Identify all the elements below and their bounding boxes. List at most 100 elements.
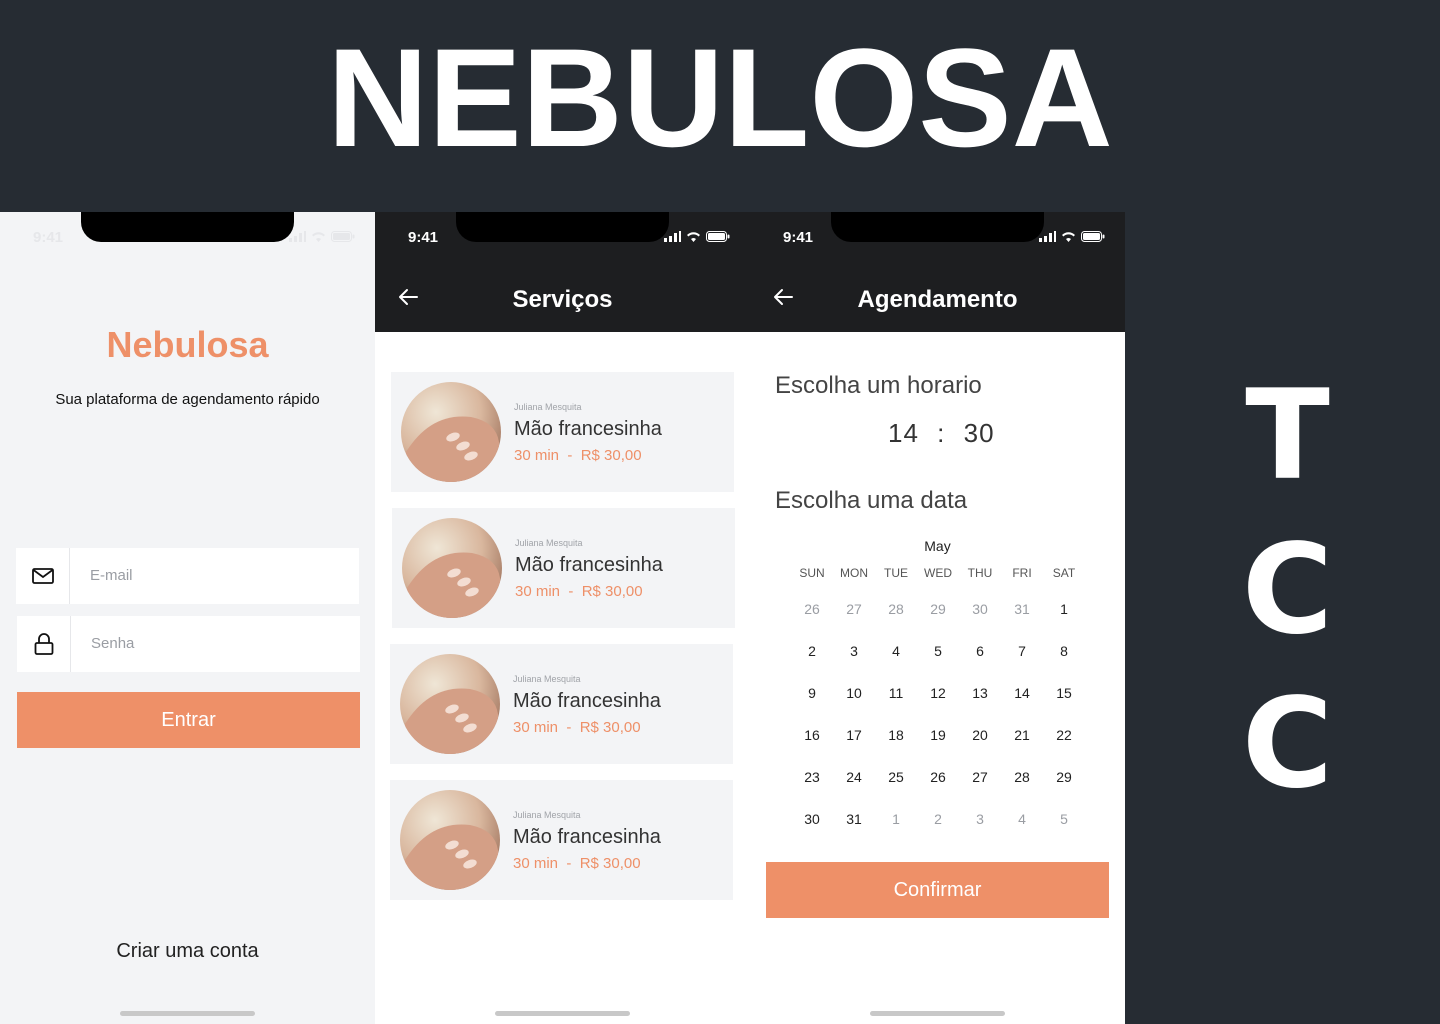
battery-icon xyxy=(706,231,730,242)
calendar-day[interactable]: 8 xyxy=(1043,643,1085,659)
calendar-day[interactable]: 30 xyxy=(791,811,833,827)
mail-icon xyxy=(16,548,70,604)
time-picker[interactable]: 14 : 30 xyxy=(888,418,995,449)
password-field[interactable]: Senha xyxy=(17,616,360,672)
header: 9:41 Serviços xyxy=(375,212,750,332)
notch xyxy=(456,212,669,242)
calendar-day[interactable]: 18 xyxy=(875,727,917,743)
calendar-day[interactable]: 14 xyxy=(1001,685,1043,701)
service-photo xyxy=(400,654,500,754)
notch xyxy=(81,212,294,242)
meta-separator: - xyxy=(560,583,582,600)
service-name: Mão francesinha xyxy=(515,554,663,576)
calendar-day[interactable]: 21 xyxy=(1001,727,1043,743)
calendar-day[interactable]: 19 xyxy=(917,727,959,743)
calendar-day[interactable]: 30 xyxy=(959,601,1001,617)
calendar-day[interactable]: 3 xyxy=(833,643,875,659)
notch xyxy=(831,212,1044,242)
calendar-day[interactable]: 17 xyxy=(833,727,875,743)
email-field[interactable]: E-mail xyxy=(16,548,359,604)
home-indicator xyxy=(870,1011,1005,1016)
calendar-day[interactable]: 29 xyxy=(1043,769,1085,785)
calendar-day[interactable]: 3 xyxy=(959,811,1001,827)
status-time: 9:41 xyxy=(783,229,814,246)
calendar-day[interactable]: 20 xyxy=(959,727,1001,743)
calendar-day[interactable]: 5 xyxy=(917,643,959,659)
login-button[interactable]: Entrar xyxy=(17,692,360,748)
calendar-week: 23 24 25 26 27 28 29 xyxy=(791,756,1085,798)
calendar-day[interactable]: 9 xyxy=(791,685,833,701)
calendar-day[interactable]: 27 xyxy=(959,769,1001,785)
status-icons xyxy=(1039,231,1105,242)
confirm-button[interactable]: Confirmar xyxy=(766,862,1109,918)
calendar-day[interactable]: 24 xyxy=(833,769,875,785)
calendar-day[interactable]: 13 xyxy=(959,685,1001,701)
calendar-day[interactable]: 2 xyxy=(791,643,833,659)
calendar-day[interactable]: 4 xyxy=(1001,811,1043,827)
hour-value[interactable]: 14 xyxy=(888,418,919,448)
calendar-day[interactable]: 27 xyxy=(833,601,875,617)
calendar-day[interactable]: 1 xyxy=(1043,601,1085,617)
battery-icon xyxy=(1081,231,1105,242)
service-card[interactable]: Juliana Mesquita Mão francesinha 30 min - … xyxy=(390,780,733,900)
calendar-day[interactable]: 28 xyxy=(875,601,917,617)
calendar-day[interactable]: 31 xyxy=(833,811,875,827)
calendar-day[interactable]: 26 xyxy=(791,601,833,617)
status-icons xyxy=(664,231,730,242)
service-card[interactable]: Juliana Mesquita Mão francesinha 30 min - … xyxy=(391,372,734,492)
calendar-day[interactable]: 12 xyxy=(917,685,959,701)
page-title: Serviços xyxy=(512,286,613,313)
service-photo xyxy=(400,790,500,890)
calendar-day[interactable]: 11 xyxy=(875,685,917,701)
create-account-link[interactable]: Criar uma conta xyxy=(0,940,375,963)
status-time: 9:41 xyxy=(33,229,64,246)
calendar-day[interactable]: 25 xyxy=(875,769,917,785)
banner-title: NEBULOSA xyxy=(327,19,1113,176)
calendar-grid: SUN MON TUE WED THU FRI SAT 26 27 28 29 30 31 1 2 3 4 5 6… xyxy=(791,558,1085,840)
provider-name: Juliana Mesquita xyxy=(515,538,583,548)
calendar-day[interactable]: 4 xyxy=(875,643,917,659)
calendar-day[interactable]: 10 xyxy=(833,685,875,701)
calendar-day[interactable]: 7 xyxy=(1001,643,1043,659)
calendar-day[interactable]: 23 xyxy=(791,769,833,785)
calendar-week: 9 10 11 12 13 14 15 xyxy=(791,672,1085,714)
weekday-label: SAT xyxy=(1052,566,1076,580)
calendar-day[interactable]: 2 xyxy=(917,811,959,827)
minute-value[interactable]: 30 xyxy=(964,418,995,448)
weekday-label: MON xyxy=(840,566,868,580)
calendar-day[interactable]: 5 xyxy=(1043,811,1085,827)
calendar-day[interactable]: 15 xyxy=(1043,685,1085,701)
weekday-label: THU xyxy=(967,566,993,580)
service-meta: 30 min - R$ 30,00 xyxy=(514,447,642,464)
header: 9:41 Agendamento xyxy=(750,212,1125,332)
service-duration: 30 min xyxy=(513,855,559,872)
meta-separator: - xyxy=(558,719,580,736)
tcc-letter: C xyxy=(1241,672,1333,816)
calendar-day[interactable]: 31 xyxy=(1001,601,1043,617)
meta-separator: - xyxy=(558,855,580,872)
signal-icon xyxy=(664,231,681,242)
home-indicator xyxy=(495,1011,630,1016)
home-indicator xyxy=(120,1011,255,1016)
time-separator: : xyxy=(937,418,946,448)
date-heading: Escolha uma data xyxy=(775,487,968,514)
calendar-day[interactable]: 16 xyxy=(791,727,833,743)
page-title: Agendamento xyxy=(857,286,1018,313)
tcc-letter: T xyxy=(1245,364,1330,508)
services-screen: 9:41 Serviços Juliana Mesquita Mão france… xyxy=(375,212,750,1024)
calendar-day[interactable]: 22 xyxy=(1043,727,1085,743)
service-card[interactable]: Juliana Mesquita Mão francesinha 30 min - … xyxy=(392,508,735,628)
calendar-day[interactable]: 29 xyxy=(917,601,959,617)
provider-name: Juliana Mesquita xyxy=(514,402,582,412)
service-name: Mão francesinha xyxy=(513,826,661,848)
service-photo xyxy=(401,382,501,482)
calendar-day[interactable]: 6 xyxy=(959,643,1001,659)
status-icons xyxy=(289,231,355,242)
weekday-label: SUN xyxy=(799,566,825,580)
calendar-day[interactable]: 26 xyxy=(917,769,959,785)
status-time: 9:41 xyxy=(408,229,439,246)
calendar-day[interactable]: 1 xyxy=(875,811,917,827)
service-card[interactable]: Juliana Mesquita Mão francesinha 30 min - … xyxy=(390,644,733,764)
calendar-day[interactable]: 28 xyxy=(1001,769,1043,785)
weekday-label: FRI xyxy=(1012,566,1032,580)
